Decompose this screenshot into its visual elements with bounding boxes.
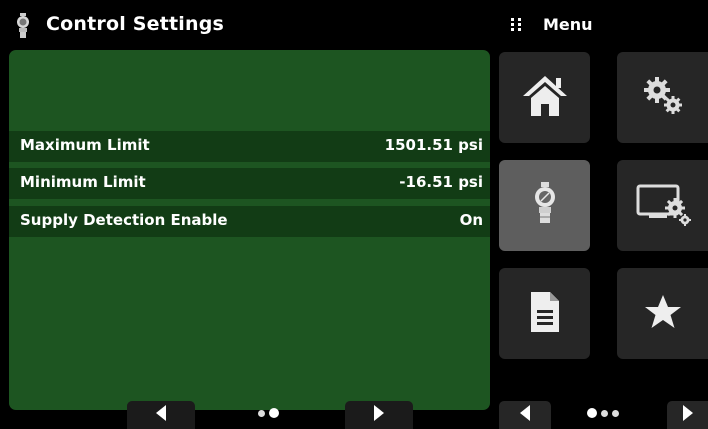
menu-next-button[interactable]: [667, 401, 708, 429]
document-tile[interactable]: [499, 268, 590, 359]
home-icon: [521, 74, 569, 122]
monitor-gear-icon: [635, 182, 691, 230]
display-settings-tile[interactable]: [617, 160, 708, 251]
page-dot: [258, 409, 265, 417]
page-dot-active: [269, 408, 279, 418]
gears-icon: [639, 74, 687, 122]
document-icon: [528, 290, 562, 338]
page-dot: [612, 409, 619, 417]
setting-row-supply-detection-enable[interactable]: Supply Detection Enable On: [9, 206, 490, 237]
setting-row-maximum-limit[interactable]: Maximum Limit 1501.51 psi: [9, 131, 490, 162]
favorites-tile[interactable]: [617, 268, 708, 359]
page-dot: [601, 409, 608, 417]
page-dot-active: [587, 408, 597, 418]
setting-value: -16.51 psi: [399, 173, 483, 191]
triangle-left-icon: [518, 404, 532, 426]
menu-page-indicator: [587, 408, 619, 418]
pressure-regulator-icon: [530, 181, 560, 230]
setting-label: Maximum Limit: [20, 136, 150, 154]
setting-value: On: [459, 211, 483, 229]
triangle-right-icon: [372, 404, 386, 426]
star-icon: [643, 292, 683, 336]
previous-page-button[interactable]: [127, 401, 195, 429]
pressure-regulator-icon: [12, 13, 34, 43]
grid-dots-icon: [510, 16, 524, 35]
menu-header: Menu: [492, 0, 708, 52]
menu-label: Menu: [543, 15, 593, 34]
triangle-right-icon: [681, 404, 695, 426]
title-bar: Control Settings: [0, 0, 492, 52]
menu-previous-button[interactable]: [499, 401, 551, 429]
triangle-left-icon: [154, 404, 168, 426]
settings-tile[interactable]: [617, 52, 708, 143]
page-title: Control Settings: [46, 13, 225, 35]
setting-label: Supply Detection Enable: [20, 211, 228, 229]
setting-label: Minimum Limit: [20, 173, 146, 191]
setting-row-minimum-limit[interactable]: Minimum Limit -16.51 psi: [9, 168, 490, 199]
page-indicator: [258, 408, 279, 418]
next-page-button[interactable]: [345, 401, 413, 429]
control-tile[interactable]: [499, 160, 590, 251]
setting-value: 1501.51 psi: [384, 136, 483, 154]
home-tile[interactable]: [499, 52, 590, 143]
